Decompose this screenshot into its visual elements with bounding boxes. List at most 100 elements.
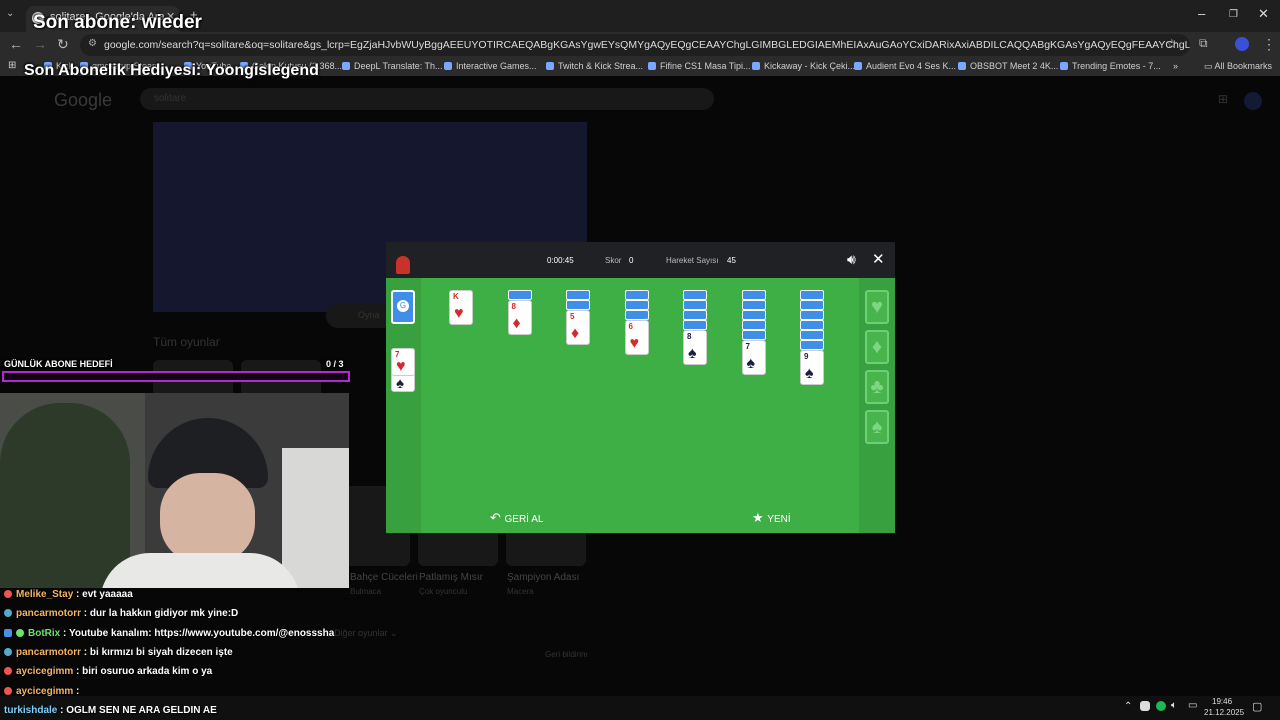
tableau-card[interactable]: 8 ♠	[683, 330, 707, 365]
heart-icon: ♥	[629, 335, 640, 352]
moves-value: 45	[727, 256, 736, 265]
tableau-card[interactable]: 8 ♦	[507, 300, 532, 335]
bookmark-item[interactable]: Kickaway - Kick Çeki...	[752, 61, 855, 71]
face-down-card	[624, 310, 649, 320]
profile-avatar[interactable]	[1244, 92, 1262, 110]
bookmark-item[interactable]: DeepL Translate: Th...	[342, 61, 443, 71]
tableau-card[interactable]: 5 ♦	[566, 310, 590, 345]
face-down-card	[683, 310, 707, 320]
solitaire-game: 0:00:45 Skor 0 Hareket Sayısı 45 🔊︎ ✕ G …	[386, 242, 895, 533]
clock-time[interactable]: 19:46	[1212, 697, 1232, 706]
bookmark-item[interactable]: Interactive Games...	[444, 61, 537, 71]
user-badge-icon	[4, 687, 12, 695]
tableau-card[interactable]: K ♥	[449, 290, 473, 325]
undo-button[interactable]: ↶ GERİ AL	[490, 510, 543, 526]
bookmark-icon	[752, 62, 760, 70]
bookmark-item[interactable]: Trending Emotes - 7...	[1060, 61, 1161, 71]
chat-message: pancarmotorr : dur la hakkın gidiyor mk …	[4, 608, 238, 619]
reload-icon[interactable]: ↻	[57, 36, 69, 53]
back-icon[interactable]: ←	[9, 36, 23, 52]
tab-search-icon[interactable]: ⌄	[6, 8, 14, 19]
clock-date[interactable]: 21.12.2025	[1204, 708, 1244, 717]
tableau-card[interactable]: 6 ♥	[624, 320, 649, 355]
waste-card-top[interactable]: 7 ♥	[391, 348, 415, 376]
forward-icon[interactable]: →	[33, 36, 47, 52]
sound-icon[interactable]: 🔊︎	[847, 251, 856, 268]
more-games-link[interactable]: Diğer oyunlar ⌄	[334, 628, 398, 639]
network-icon[interactable]: ▭	[1188, 700, 1197, 711]
bookmark-item[interactable]: Twitch & Kick Strea...	[546, 61, 643, 71]
menu-icon[interactable]: ⋮	[1262, 36, 1276, 53]
game-mascot-icon	[396, 256, 410, 274]
game-title[interactable]: Patlamış Mısır	[419, 572, 483, 583]
card-rank: 8	[687, 332, 692, 341]
game-header: 0:00:45 Skor 0 Hareket Sayısı 45 🔊︎ ✕	[386, 242, 895, 278]
chat-message: turkishdale : OGLM SEN NE ARA GELDIN AE	[4, 705, 217, 716]
chat-message: BotRix : Youtube kanalım: https://www.yo…	[4, 628, 334, 639]
score-label: Skor	[605, 256, 622, 265]
face-down-card	[566, 300, 590, 310]
card-rank: 8	[511, 302, 516, 311]
restore-icon[interactable]: ❐	[1229, 9, 1238, 20]
stock-pile[interactable]: G	[391, 290, 415, 324]
card-rank: 9	[804, 352, 809, 361]
game-subtitle: Bulmaca	[350, 587, 382, 596]
star-icon: ★	[752, 510, 768, 525]
folder-icon: ▭	[1204, 61, 1215, 71]
bookmark-icon	[1060, 62, 1068, 70]
more-bookmarks-icon[interactable]: »	[1173, 61, 1178, 71]
notifications-icon[interactable]: ▢	[1252, 700, 1262, 713]
volume-icon[interactable]: 🔈︎	[1171, 700, 1177, 711]
close-window-icon[interactable]: ✕	[1258, 6, 1269, 22]
all-bookmarks-button[interactable]: ▭ All Bookmarks	[1204, 61, 1272, 72]
feedback-link[interactable]: Geri bildirim	[545, 650, 588, 659]
tray-arrow-icon[interactable]: ⌃	[1124, 701, 1132, 712]
foundation-spades[interactable]: ♠	[865, 410, 889, 444]
apps-icon[interactable]: ⊞	[1218, 92, 1228, 106]
face-down-card	[741, 310, 766, 320]
game-title[interactable]: Şampiyon Adası	[507, 572, 579, 583]
foundation-diamonds[interactable]: ♦	[865, 330, 889, 364]
tableau-card[interactable]: 7 ♠	[741, 340, 766, 375]
extensions-icon[interactable]: ⧉	[1199, 36, 1208, 51]
bookmark-item[interactable]: OBSBOT Meet 2 4K...	[958, 61, 1058, 71]
minimize-icon[interactable]: –	[1198, 6, 1205, 21]
webcam-feed	[0, 393, 349, 588]
bookmark-icon	[854, 62, 862, 70]
score-value: 0	[629, 256, 634, 265]
search-input[interactable]: solitare	[140, 88, 714, 110]
bookmark-item[interactable]: Audient Evo 4 Ses K...	[854, 61, 956, 71]
tableau-card[interactable]: 9 ♠	[800, 350, 824, 385]
profile-avatar[interactable]	[1235, 37, 1249, 51]
game-subtitle: Çok oyunculu	[419, 587, 468, 596]
bookmark-star-icon[interactable]: ☆	[1166, 36, 1178, 52]
foundation-clubs[interactable]: ♣	[865, 370, 889, 404]
user-badge-icon	[4, 590, 12, 598]
close-game-icon[interactable]: ✕	[872, 250, 885, 268]
apps-grid-icon[interactable]: ⊞	[8, 60, 16, 71]
game-title[interactable]: Bahçe Cüceleri	[350, 572, 418, 583]
face-down-card	[624, 290, 649, 300]
face-down-card	[741, 320, 766, 330]
foundation-hearts[interactable]: ♥	[865, 290, 889, 324]
bookmark-item[interactable]: Fifine CS1 Masa Tipi...	[648, 61, 751, 71]
goal-label: GÜNLÜK ABONE HEDEFİ	[4, 359, 113, 369]
new-game-button[interactable]: ★ YENİ	[752, 510, 791, 526]
site-info-icon[interactable]: ⚙	[88, 38, 97, 49]
discord-icon[interactable]	[1140, 701, 1150, 711]
chat-message: aycicegimm : biri osuruo arkada kim o ya	[4, 666, 212, 677]
timer: 0:00:45	[547, 256, 574, 265]
chat-message: pancarmotorr : bi kırmızı bi siyah dizec…	[4, 647, 233, 658]
shirt	[100, 553, 300, 588]
face-down-card	[741, 300, 766, 310]
face-down-card	[741, 290, 766, 300]
heart-icon: ♥	[396, 358, 406, 375]
spotify-icon[interactable]	[1156, 701, 1166, 711]
goal-progress-bar	[2, 371, 350, 382]
card-rank: 7	[745, 342, 750, 351]
diamond-icon: ♦	[571, 325, 580, 342]
google-logo[interactable]: Google	[54, 90, 112, 111]
address-bar[interactable]: ⚙ google.com/search?q=solitare&oq=solita…	[80, 34, 1190, 56]
google-g-icon: G	[397, 300, 409, 312]
face-down-card	[741, 330, 766, 340]
